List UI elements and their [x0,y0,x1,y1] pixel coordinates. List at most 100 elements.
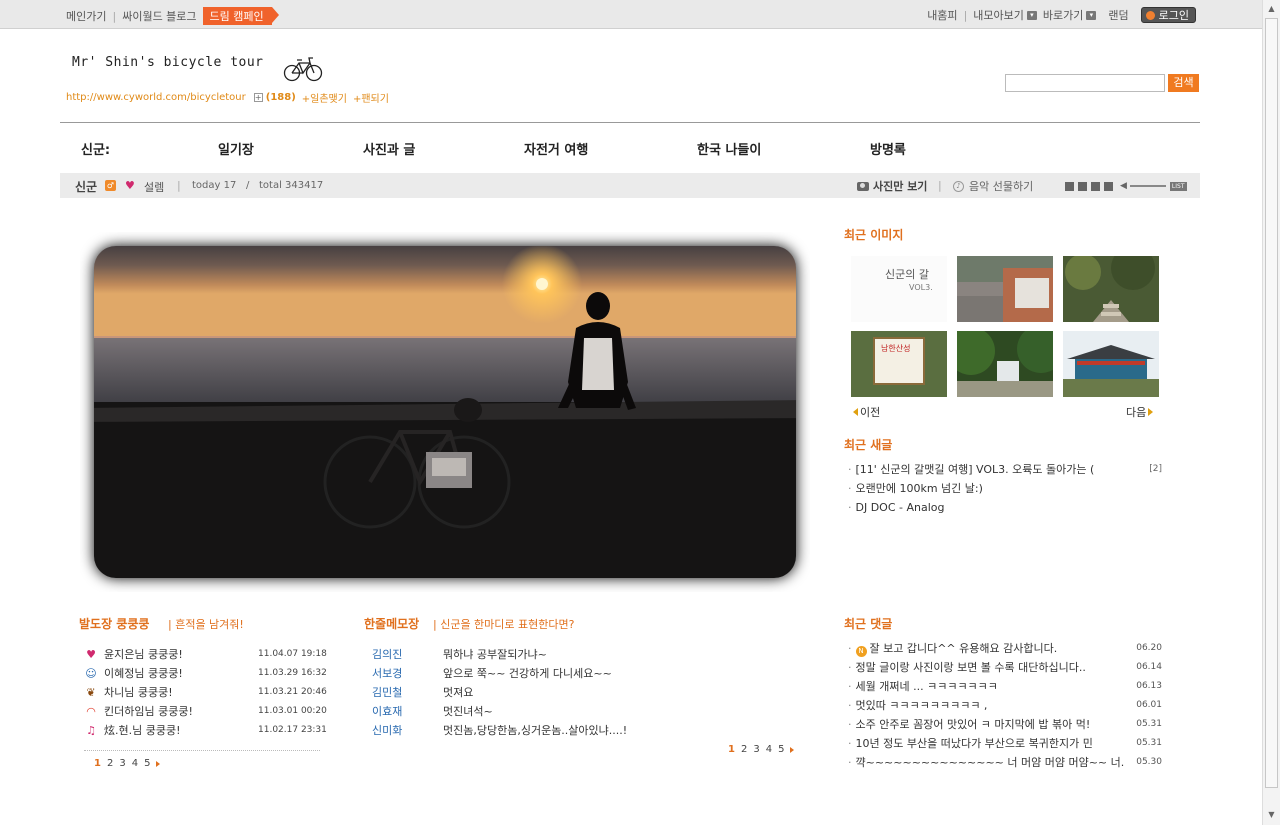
nav-guestbook[interactable]: 방명록 [870,139,906,158]
photo-only-button[interactable]: 사진만 보기 [857,178,927,194]
homepage-url[interactable]: http://www.cyworld.com/bicycletour [66,92,246,103]
footprint-title[interactable]: 발도장 쿵쿵쿵 [79,615,149,632]
next-track-icon[interactable] [1104,181,1113,191]
comment-text[interactable]: 소주 안주로 꼼장어 맛있어 ㅋ 마지막에 밥 볶아 먹! [856,715,1091,734]
page-link[interactable]: 5 [144,758,150,769]
list-item: 서보경 앞으로 쭉~~ 건강하게 다니세요~~ [372,664,802,683]
my-collection-link[interactable]: 내모아보기 [973,7,1024,23]
memo-author[interactable]: 김의진 [372,645,402,664]
main-link[interactable]: 메인가기 [66,8,106,24]
page-link[interactable]: 3 [753,744,759,755]
list-item[interactable]: · 멋있따 ㅋㅋㅋㅋㅋㅋㅋㅋㅋ , 06.01 [848,696,1168,715]
footprint-text[interactable]: 윤지은님 쿵쿵쿵! [104,648,183,661]
thumbnail-1-sub: VOL3. [909,283,933,292]
search-input[interactable] [1005,74,1165,92]
search-button[interactable]: 검색 [1168,74,1199,92]
page-link[interactable]: 1 [94,758,101,769]
random-link[interactable]: 랜덤 [1108,7,1128,23]
list-item[interactable]: · 10년 정도 부산을 떠났다가 부산으로 복귀한지가 민 05.31 [848,734,1168,753]
post-title[interactable]: [11' 신군의 갈맷길 여행] VOL3. 오륙도 돌아가는 ( [856,460,1095,479]
post-title[interactable]: 오랜만에 100km 넘긴 날:) [856,479,983,498]
list-item[interactable]: · DJ DOC - Analog [848,498,1168,517]
thumbnail-1[interactable]: 신군의 갈 VOL3. [851,256,947,322]
nav-diary[interactable]: 일기장 [218,139,254,158]
page-link[interactable]: 1 [728,744,735,755]
nav-korea-outing[interactable]: 한국 나들이 [697,139,761,158]
owner-name[interactable]: 신군 [75,178,97,195]
playlist-button[interactable]: LIST [1169,181,1187,191]
memo-title[interactable]: 한줄메모장 [364,615,419,632]
list-item[interactable]: ☺ 이혜정님 쿵쿵쿵! 11.03.29 16:32 [84,664,327,683]
list-item[interactable]: · 정말 글이랑 사진이랑 보면 볼 수록 대단하십니다.. 06.14 [848,658,1168,677]
post-title[interactable]: DJ DOC - Analog [856,498,945,517]
footprint-text[interactable]: 이혜정님 쿵쿵쿵! [104,667,183,680]
dream-campaign-link[interactable]: 드림 캠페인 [202,7,279,25]
dropdown-icon[interactable]: ▾ [1026,10,1037,20]
footprint-text[interactable]: 차니님 쿵쿵쿵! [104,686,173,699]
fan-link[interactable]: +팬되기 [353,90,389,105]
thumbnail-4[interactable]: 남한산성 [851,331,947,397]
nav-photos[interactable]: 사진과 글 [363,139,415,158]
list-item[interactable]: · 소주 안주로 꼼장어 맛있어 ㅋ 마지막에 밥 볶아 먹! 05.31 [848,715,1168,734]
list-item[interactable]: ❦ 차니님 쿵쿵쿵! 11.03.21 20:46 [84,683,327,702]
scroll-down-icon[interactable]: ▼ [1265,808,1278,822]
stop-icon[interactable] [1078,181,1087,191]
footprint-text[interactable]: 炫.현.님 쿵쿵쿵! [104,724,181,737]
thumbnail-6[interactable] [1063,331,1159,397]
list-item[interactable]: ♥ 윤지은님 쿵쿵쿵! 11.04.07 19:18 [84,645,327,664]
comment-text[interactable]: 잘 보고 갑니다^^ 유용해요 감사합니다. [870,639,1058,658]
list-item[interactable]: ◠ 킨더하임님 쿵쿵쿵! 11.03.01 00:20 [84,702,327,721]
music-gift-button[interactable]: ♪ 음악 선물하기 [953,178,1033,194]
list-item[interactable]: · 오랜만에 100km 넘긴 날:) [848,479,1168,498]
prev-button[interactable]: 이전 [853,404,880,420]
site-logo[interactable]: Mr' Shin's bicycle tour [72,55,264,70]
thumbnail-3[interactable] [1063,256,1159,322]
list-item[interactable]: · [11' 신군의 갈맷길 여행] VOL3. 오륙도 돌아가는 ([2] [848,460,1168,479]
plus-icon[interactable]: + [253,93,263,102]
comment-text[interactable]: 꺅~~~~~~~~~~~~~~~ 너 머얌 머얌 머얌~~ 너. [856,753,1125,772]
list-item[interactable]: · 세월 개쩌네 ... ㅋㅋㅋㅋㅋㅋㅋ 06.13 [848,677,1168,696]
my-home-link[interactable]: 내홈피 [927,7,957,23]
comment-text[interactable]: 10년 정도 부산을 떠났다가 부산으로 복귀한지가 민 [856,734,1093,753]
nav-owner[interactable]: 신군: [81,139,110,158]
next-button[interactable]: 다음 [1126,404,1154,420]
page-link[interactable]: 4 [132,758,138,769]
comment-text[interactable]: 정말 글이랑 사진이랑 보면 볼 수록 대단하십니다.. [856,658,1086,677]
comment-date: 05.31 [1130,715,1162,734]
comment-text[interactable]: 멋있따 ㅋㅋㅋㅋㅋㅋㅋㅋㅋ , [856,696,988,715]
dropdown-icon[interactable]: ▾ [1086,10,1097,20]
next-page-icon[interactable] [156,760,161,767]
thumbnail-5[interactable] [957,331,1053,397]
play-icon[interactable] [1065,181,1074,191]
list-item[interactable]: · N 잘 보고 갑니다^^ 유용해요 감사합니다. 06.20 [848,639,1168,658]
comment-text[interactable]: 세월 개쩌네 ... ㅋㅋㅋㅋㅋㅋㅋ [856,677,998,696]
page-link[interactable]: 2 [741,744,747,755]
list-item[interactable]: · 꺅~~~~~~~~~~~~~~~ 너 머얌 머얌 머얌~~ 너. 05.30 [848,753,1168,772]
shortcut-link[interactable]: 바로가기 [1043,7,1083,23]
memo-author[interactable]: 김민철 [372,683,402,702]
page-link[interactable]: 4 [766,744,772,755]
page-link[interactable]: 3 [119,758,125,769]
next-page-icon[interactable] [790,746,795,753]
vertical-scrollbar[interactable]: ▲ ▼ [1262,0,1280,825]
memo-author[interactable]: 서보경 [372,664,402,683]
login-button[interactable]: 로그인 [1140,7,1196,23]
prev-track-icon[interactable] [1091,181,1100,191]
memo-author[interactable]: 이효재 [372,702,402,721]
main-photo[interactable] [80,232,810,592]
memo-author[interactable]: 신미화 [372,721,402,740]
nav-bicycle-tour[interactable]: 자전거 여행 [524,139,588,158]
cyworld-blog-link[interactable]: 싸이월드 블로그 [122,8,196,24]
scroll-up-icon[interactable]: ▲ [1265,2,1278,16]
speaker-icon: ◀ [1120,181,1127,191]
comment-count: [2] [1149,464,1162,474]
page-link[interactable]: 5 [778,744,784,755]
thumbnail-2[interactable] [957,256,1053,322]
footprint-text[interactable]: 킨더하임님 쿵쿵쿵! [104,705,193,718]
ilchon-link[interactable]: +일촌맺기 [302,90,347,105]
fan-label: 팬되기 [361,94,389,105]
scrollbar-thumb[interactable] [1265,18,1278,788]
page-link[interactable]: 2 [107,758,113,769]
volume-slider[interactable] [1129,185,1166,187]
list-item[interactable]: ♫ 炫.현.님 쿵쿵쿵! 11.02.17 23:31 [84,721,327,740]
